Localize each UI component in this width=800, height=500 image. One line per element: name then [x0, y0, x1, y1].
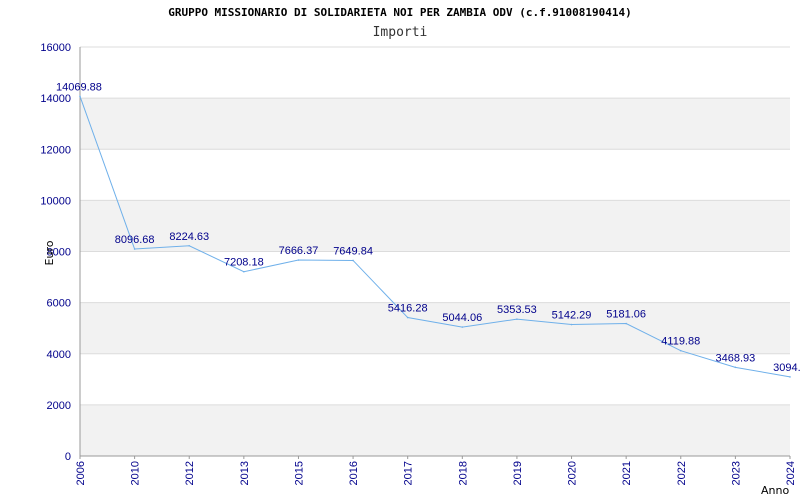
y-tick-label: 4000 [47, 349, 71, 361]
data-point [243, 270, 245, 273]
x-tick-label: 2020 [567, 461, 579, 485]
x-tick-label: 2024 [785, 461, 797, 485]
data-label: 5416.28 [388, 303, 428, 315]
data-point [789, 376, 791, 378]
data-label: 7208.18 [224, 257, 264, 269]
data-point [133, 248, 136, 250]
data-label: 8224.63 [169, 231, 209, 243]
x-tick-label: 2018 [457, 461, 469, 485]
y-tick-label: 0 [65, 451, 71, 463]
data-point [516, 318, 518, 320]
data-label: 3468.93 [716, 352, 756, 364]
data-point [679, 349, 682, 352]
line-chart: 0200040006000800010000120001400016000 20… [40, 42, 800, 497]
data-point [406, 316, 409, 319]
y-tick-label: 10000 [40, 195, 71, 207]
y-tick-label: 16000 [40, 42, 71, 54]
x-tick-labels: 2006 2010 2012 2013 2015 2016 2017 2018 2019 2020… [75, 461, 797, 485]
data-label: 14069.88 [56, 81, 102, 93]
grid-band [80, 98, 790, 150]
data-point [297, 259, 300, 261]
data-label: 5142.29 [552, 310, 592, 322]
data-point [734, 366, 737, 369]
x-tick-label: 2019 [512, 461, 524, 485]
x-tick-label: 2023 [730, 461, 742, 485]
data-point [79, 95, 81, 98]
x-tick-label: 2021 [621, 461, 633, 485]
data-label: 7666.37 [279, 245, 319, 257]
y-axis-title: Euro [43, 240, 56, 265]
x-tick-label: 2012 [184, 461, 196, 485]
x-tick-label: 2010 [130, 461, 142, 485]
x-tick-label: 2022 [676, 461, 688, 485]
y-tick-label: 2000 [47, 400, 71, 412]
x-tick-label: 2006 [75, 461, 87, 485]
data-point [461, 326, 464, 328]
data-point [625, 322, 627, 325]
grid-band [80, 200, 790, 252]
data-label: 5181.06 [606, 309, 646, 321]
data-label: 8096.68 [115, 234, 155, 246]
data-point [570, 323, 573, 326]
data-label: 4119.88 [661, 336, 700, 348]
grid-band [80, 404, 790, 456]
chart-root: GRUPPO MISSIONARIO DI SOLIDARIETA NOI PE… [0, 0, 800, 500]
data-point [188, 244, 191, 247]
x-tick-label: 2013 [239, 461, 251, 485]
x-tick-label: 2015 [293, 461, 305, 485]
y-tick-label: 12000 [40, 144, 71, 156]
data-label: 5044.06 [442, 312, 482, 324]
x-tick-label: 2017 [403, 461, 415, 485]
y-tick-label: 6000 [47, 298, 71, 310]
data-label: 7649.84 [333, 245, 373, 257]
y-tick-label: 14000 [40, 93, 71, 105]
data-label: 5353.53 [497, 304, 537, 316]
data-point [352, 259, 354, 262]
data-label: 3094.3 [773, 362, 800, 374]
x-axis-title: Anno [761, 484, 789, 497]
grid-bands [80, 98, 790, 456]
x-tick-label: 2016 [348, 461, 360, 485]
